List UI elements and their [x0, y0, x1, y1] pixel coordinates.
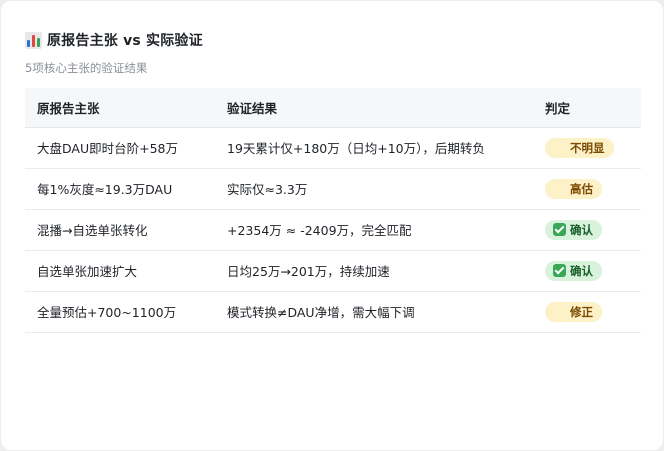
- verdict-cell: 修正: [533, 291, 641, 333]
- verdict-label: 高估: [570, 181, 593, 196]
- table-body: 大盘DAU即时台阶+58万 19天累计仅+180万（日均+10万），后期转负 不明显…: [25, 127, 641, 333]
- verdict-cell: 不明显: [533, 127, 641, 169]
- card-title: 原报告主张 vs 实际验证: [47, 33, 203, 49]
- claim-cell: 混播→自选单张转化: [25, 209, 215, 251]
- verdict-badge: 确认: [545, 260, 602, 281]
- verdict-badge: 不明显: [545, 137, 614, 158]
- title-row: 原报告主张 vs 实际验证: [25, 29, 203, 51]
- claim-cell: 全量预估+700~1100万: [25, 291, 215, 333]
- claim-cell: 大盘DAU即时台阶+58万: [25, 127, 215, 169]
- warning-icon: [553, 182, 566, 195]
- table-header-row: 原报告主张 验证结果 判定: [25, 88, 641, 128]
- card-subtitle: 5项核心主张的验证结果: [25, 61, 148, 75]
- bar-chart-icon: [25, 31, 42, 49]
- verdict-cell: 高估: [533, 168, 641, 210]
- verdict-badge: 高估: [545, 178, 602, 199]
- verdict-label: 修正: [570, 304, 593, 319]
- result-cell: 19天累计仅+180万（日均+10万），后期转负: [215, 127, 533, 169]
- table-row: 混播→自选单张转化 +2354万 ≈ -2409万，完全匹配 确认: [25, 209, 641, 251]
- verification-card: 原报告主张 vs 实际验证 5项核心主张的验证结果 原报告主张 验证结果 判定 …: [1, 1, 663, 450]
- table-row: 每1%灰度≈19.3万DAU 实际仅≈3.3万 高估: [25, 168, 641, 210]
- result-cell: 模式转换≠DAU净增，需大幅下调: [215, 291, 533, 333]
- verdict-label: 确认: [570, 222, 593, 237]
- verdict-label: 确认: [570, 263, 593, 278]
- warning-icon: [553, 305, 566, 318]
- verification-table: 原报告主张 验证结果 判定 大盘DAU即时台阶+58万 19天累计仅+180万（日…: [25, 88, 641, 333]
- verdict-label: 不明显: [570, 140, 605, 155]
- verdict-cell: 确认: [533, 250, 641, 292]
- table-row: 大盘DAU即时台阶+58万 19天累计仅+180万（日均+10万），后期转负 不明显: [25, 127, 641, 169]
- warning-icon: [553, 141, 566, 154]
- column-header-result: 验证结果: [215, 88, 533, 128]
- verdict-badge: 确认: [545, 219, 602, 240]
- check-icon: [553, 223, 566, 236]
- claim-cell: 每1%灰度≈19.3万DAU: [25, 168, 215, 210]
- result-cell: +2354万 ≈ -2409万，完全匹配: [215, 209, 533, 251]
- table-row: 全量预估+700~1100万 模式转换≠DAU净增，需大幅下调 修正: [25, 291, 641, 333]
- result-cell: 日均25万→201万，持续加速: [215, 250, 533, 292]
- check-icon: [553, 264, 566, 277]
- column-header-claim: 原报告主张: [25, 88, 215, 128]
- result-cell: 实际仅≈3.3万: [215, 168, 533, 210]
- verdict-badge: 修正: [545, 301, 602, 322]
- claim-cell: 自选单张加速扩大: [25, 250, 215, 292]
- column-header-verdict: 判定: [533, 88, 641, 128]
- verdict-cell: 确认: [533, 209, 641, 251]
- table-row: 自选单张加速扩大 日均25万→201万，持续加速 确认: [25, 250, 641, 292]
- card-header: 原报告主张 vs 实际验证 5项核心主张的验证结果: [25, 29, 203, 76]
